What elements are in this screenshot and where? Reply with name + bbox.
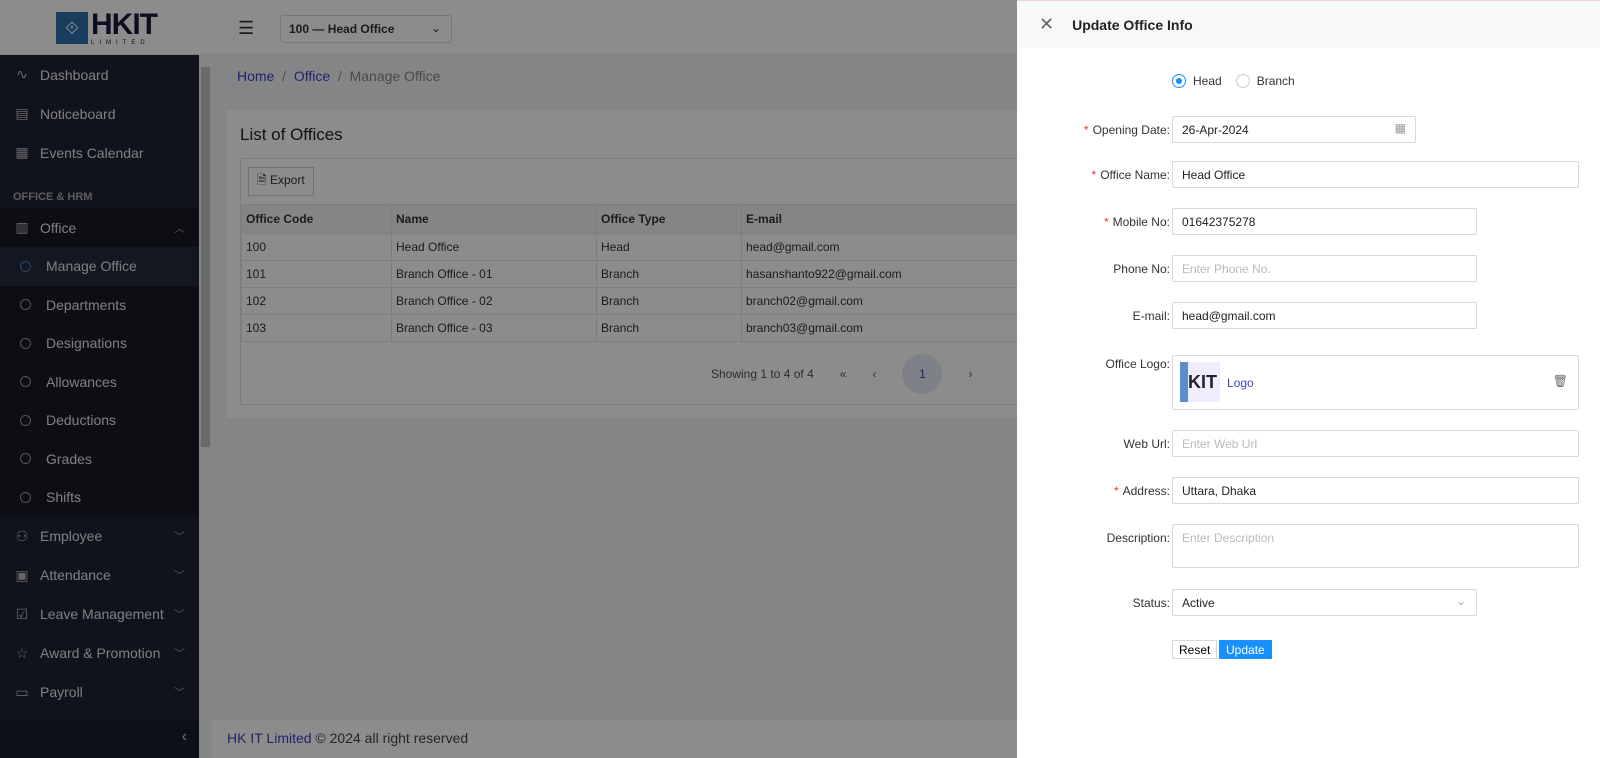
reset-button[interactable]: Reset [1172,640,1218,659]
update-office-drawer: ✕ Update Office Info Head Branch * Opening… [1017,0,1600,758]
office-logo-upload: KIT Logo 🗑 [1172,355,1579,410]
address-textarea[interactable]: Uttara, Dhaka [1172,477,1579,504]
logo-thumbnail: KIT [1180,362,1220,402]
web-url-input[interactable]: Enter Web Url [1172,430,1579,457]
mobile-input[interactable]: 01642375278 [1172,208,1477,235]
office-name-input[interactable]: Head Office [1172,161,1579,188]
radio-branch[interactable]: Branch [1235,74,1295,88]
description-textarea[interactable]: Enter Description [1172,524,1579,568]
chevron-down-icon: ⌄ [1455,594,1466,608]
logo-link[interactable]: Logo [1227,376,1254,390]
radio-head[interactable]: Head [1172,74,1222,88]
drawer-title: Update Office Info [1072,16,1193,33]
update-button[interactable]: Update [1219,640,1272,659]
calendar-icon: ▦ [1394,121,1406,135]
email-input[interactable]: head@gmail.com [1172,302,1477,329]
opening-date-input[interactable]: 26-Apr-2024 ▦ [1172,116,1416,143]
drawer-overlay[interactable] [0,0,1017,758]
close-icon[interactable]: ✕ [1039,14,1054,35]
status-select[interactable]: Active ⌄ [1172,589,1477,616]
phone-input[interactable]: Enter Phone No. [1172,255,1477,282]
office-type-radio-group: Head Branch [1172,74,1295,88]
trash-icon[interactable]: 🗑 [1553,374,1568,388]
